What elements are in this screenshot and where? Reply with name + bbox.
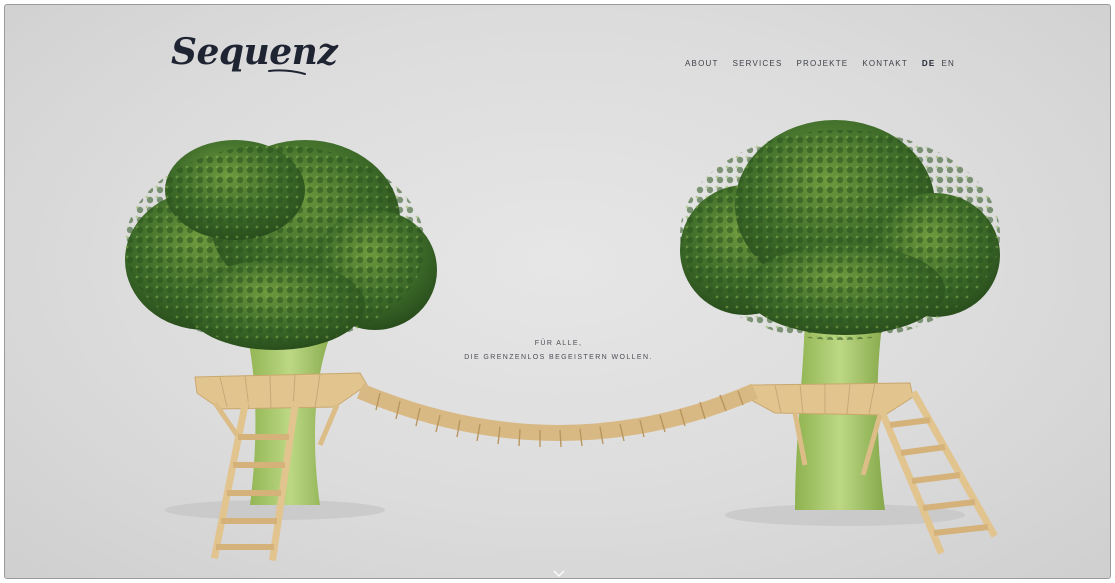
hero-image (125, 120, 1000, 561)
nav-item-about[interactable]: ABOUT (685, 59, 719, 68)
browser-viewport: Sequenz ABOUT SERVICES PROJEKTE KONTAKT … (4, 4, 1111, 579)
chevron-down-icon[interactable] (553, 569, 565, 579)
logo-swash-icon (268, 69, 306, 75)
sequenz-logo[interactable]: Sequenz (171, 31, 338, 73)
nav-item-kontakt[interactable]: KONTAKT (862, 59, 908, 68)
nav-item-services[interactable]: SERVICES (733, 59, 783, 68)
left-broccoli-floret (125, 140, 437, 350)
hero-tagline-line-1: FÜR ALLE, (534, 340, 583, 347)
nav-item-projekte[interactable]: PROJEKTE (796, 59, 848, 68)
lang-de[interactable]: DE (922, 59, 936, 68)
right-broccoli-floret (680, 120, 1000, 340)
hero-tagline-line-2: DIE GRENZENLOS BEGEISTERN WOLLEN. (464, 354, 653, 361)
hero-tagline: FÜR ALLE, DIE GRENZENLOS BEGEISTERN WOLL… (5, 337, 1110, 365)
main-nav: ABOUT SERVICES PROJEKTE KONTAKT DE EN (685, 59, 961, 68)
lang-en[interactable]: EN (941, 59, 955, 68)
